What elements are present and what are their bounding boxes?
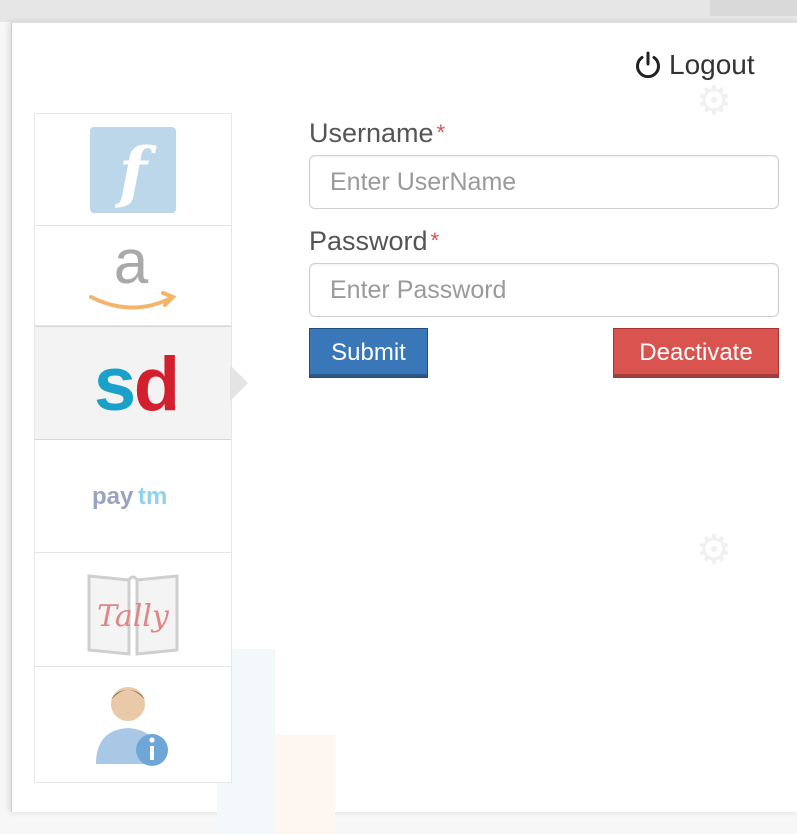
sidebar-item-tally[interactable]: Tally: [35, 554, 231, 667]
ghost-chart-bar: [275, 735, 335, 834]
svg-text:d: d: [134, 342, 180, 427]
sidebar-item-user-info[interactable]: [35, 668, 231, 781]
svg-text:tm: tm: [138, 483, 167, 510]
active-item-pointer: [230, 365, 248, 401]
svg-text:a: a: [114, 231, 149, 297]
power-icon: [636, 51, 660, 79]
svg-text:Tally: Tally: [97, 599, 170, 634]
username-input[interactable]: [309, 155, 779, 209]
required-marker: *: [436, 120, 446, 145]
username-label-text: Username: [309, 118, 434, 148]
submit-button[interactable]: Submit: [309, 328, 428, 378]
sidebar-item-snapdeal[interactable]: s d: [35, 326, 231, 440]
sidebar-item-amazon[interactable]: a: [35, 226, 231, 326]
logout-link[interactable]: Logout: [633, 47, 755, 83]
paytm-logo-icon: pay tm: [92, 483, 167, 510]
deactivate-button[interactable]: Deactivate: [613, 328, 779, 378]
password-input[interactable]: [309, 263, 779, 317]
username-label: Username *: [309, 116, 779, 150]
amazon-logo-icon: a: [89, 231, 177, 309]
ghost-gear-icon: ⚙: [696, 79, 732, 123]
background-strip-right: [710, 0, 797, 16]
required-marker: *: [430, 228, 440, 253]
password-label: Password *: [309, 224, 779, 258]
account-modal: ⚙ ⚙ Logout f a s d pay tm Tally Username…: [11, 22, 797, 834]
marketplace-sidebar: f a s d pay tm Tally: [34, 113, 232, 783]
snapdeal-logo-icon: s d: [94, 342, 180, 427]
logout-label: Logout: [669, 49, 755, 80]
password-label-text: Password: [309, 226, 428, 256]
svg-text:s: s: [94, 342, 136, 427]
credentials-form: Username* Password* Submit Deactivate: [309, 116, 779, 378]
svg-text:pay: pay: [92, 483, 134, 510]
sidebar-item-paytm[interactable]: pay tm: [35, 440, 231, 553]
sidebar-item-freshbooks[interactable]: f: [35, 114, 231, 226]
tally-logo-icon: Tally: [87, 574, 179, 656]
background-strip: [0, 0, 797, 22]
user-info-icon: [96, 686, 168, 766]
ghost-gear-icon: ⚙: [696, 528, 732, 572]
freshbooks-logo-icon: f: [90, 126, 176, 213]
